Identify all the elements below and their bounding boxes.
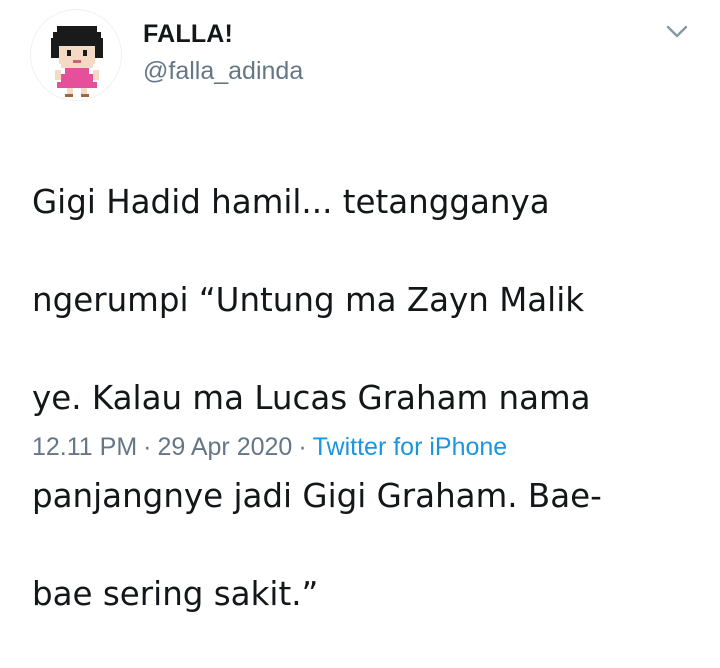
tweet-metadata: 12.11 PM · 29 Apr 2020 · Twitter for iPhone (32, 431, 507, 463)
tweet-date[interactable]: 29 Apr 2020 (157, 433, 292, 461)
tweet-text-line: bae sering sakit.” (32, 575, 319, 613)
user-display-name[interactable]: FALLA! (143, 19, 233, 49)
tweet-text-line: ngerumpi “Untung ma Zayn Malik (32, 281, 585, 319)
tweet-time[interactable]: 12.11 PM (32, 433, 137, 461)
separator: · (298, 433, 307, 461)
tweet-text: Gigi Hadid hamil... tetangganya ngerumpi… (32, 129, 692, 668)
tweet-card: FALLA! @falla_adinda Gigi Hadid hamil...… (0, 0, 720, 613)
tweet-source-link[interactable]: Twitter for iPhone (313, 433, 508, 461)
avatar[interactable] (30, 9, 122, 101)
separator: · (143, 433, 152, 461)
user-handle[interactable]: @falla_adinda (143, 56, 303, 86)
tweet-text-line: ye. Kalau ma Lucas Graham nama (32, 379, 591, 417)
pixel-girl-icon (51, 26, 103, 97)
tweet-text-line: panjangnye jadi Gigi Graham. Bae- (32, 477, 602, 515)
chevron-down-icon[interactable] (664, 20, 690, 42)
tweet-text-line: Gigi Hadid hamil... tetangganya (32, 183, 550, 221)
